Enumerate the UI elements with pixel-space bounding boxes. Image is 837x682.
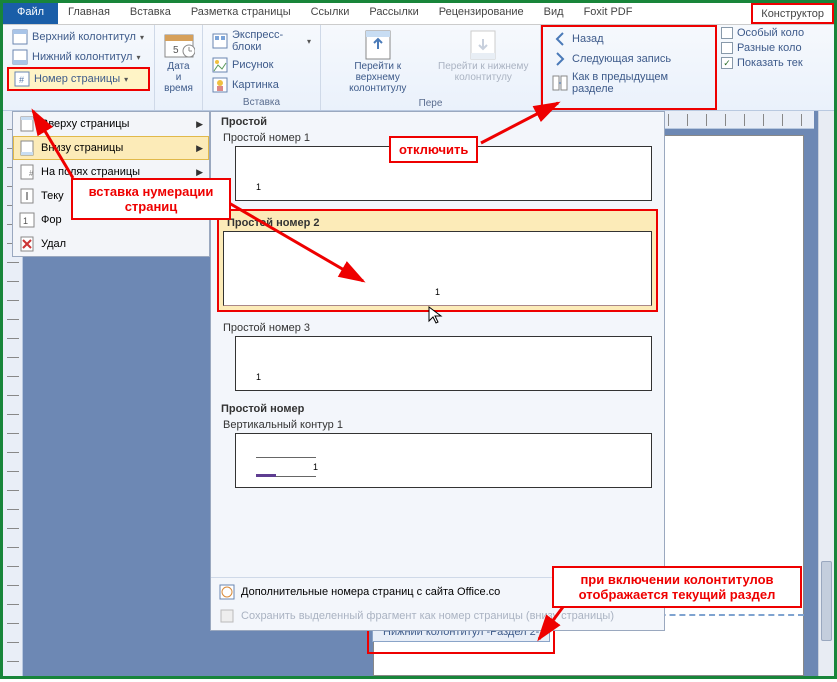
tab-constructor[interactable]: Конструктор (751, 3, 834, 24)
checkbox-icon (721, 27, 733, 39)
page-number-gallery: Простой Простой номер 1 1 Простой номер … (210, 111, 665, 631)
annotation-disable: отключить (389, 136, 478, 163)
svg-text:#: # (19, 75, 24, 85)
menu-delete-numbers[interactable]: Удал (13, 232, 209, 256)
picture-button[interactable]: Рисунок (207, 55, 316, 75)
tab-refs[interactable]: Ссылки (301, 3, 360, 24)
page-margins-icon: # (19, 164, 35, 180)
mouse-cursor-icon (428, 306, 444, 331)
tab-home[interactable]: Главная (58, 3, 120, 24)
calendar-icon: 5 (163, 29, 195, 61)
nav-back-button[interactable]: Назад (547, 29, 711, 49)
goto-bottom-icon (467, 29, 499, 61)
page-number-icon: # (14, 71, 30, 87)
page-number-button[interactable]: # Номер страницы▾ (7, 67, 150, 91)
svg-text:#: # (29, 169, 34, 178)
tab-file[interactable]: Файл (3, 3, 58, 24)
page-bottom-icon (19, 140, 35, 156)
footer-button[interactable]: Нижний колонтитул▾ (7, 47, 150, 67)
clipart-icon (212, 77, 228, 93)
tab-foxit[interactable]: Foxit PDF (574, 3, 643, 24)
gallery-item-vert1[interactable] (235, 433, 652, 488)
gallery-item-simple3[interactable]: 1 (235, 336, 652, 391)
clipart-button[interactable]: Картинка (207, 75, 316, 95)
blocks-icon (212, 33, 228, 49)
header-icon (12, 29, 28, 45)
special-first-checkbox[interactable]: Особый коло (721, 27, 804, 39)
menu-bottom-of-page[interactable]: Внизу страницы▶ (13, 136, 209, 160)
diff-pages-checkbox[interactable]: Разные коло (721, 42, 804, 54)
express-blocks-button[interactable]: Экспресс-блоки▾ (207, 27, 316, 55)
goto-header-button[interactable]: Перейти к верхнему колонтитулу (325, 27, 431, 96)
gallery-section-plain: Простой номер (213, 399, 662, 417)
nav-back-icon (552, 31, 568, 47)
datetime-button[interactable]: 5 Дата и время (159, 27, 198, 96)
annotation-section: при включении колонтитулов отображается … (552, 566, 802, 608)
tab-mail[interactable]: Рассылки (359, 3, 428, 24)
annotation-insert: вставка нумерации страниц (71, 178, 231, 220)
cursor-pos-icon (19, 188, 35, 204)
insert-group-label: Вставка (207, 95, 316, 108)
nav-group-label: Пере (321, 96, 540, 109)
save-icon (219, 608, 235, 624)
office-icon (219, 584, 235, 600)
tab-layout[interactable]: Разметка страницы (181, 3, 301, 24)
tab-view[interactable]: Вид (534, 3, 574, 24)
tab-review[interactable]: Рецензирование (429, 3, 534, 24)
gallery-section-simple: Простой (213, 112, 662, 130)
ribbon: Верхний колонтитул▾ Нижний колонтитул▾ #… (3, 25, 834, 111)
page-top-icon (19, 116, 35, 132)
gallery-item-simple2[interactable]: Простой номер 2 1 (217, 209, 658, 312)
menu-top-of-page[interactable]: Вверху страницы▶ (13, 112, 209, 136)
delete-icon (19, 236, 35, 252)
svg-text:5: 5 (173, 45, 179, 56)
nav-next-button[interactable]: Следующая запись (547, 49, 711, 69)
format-icon: 1 (19, 212, 35, 228)
goto-footer-button: Перейти к нижнему колонтитулу (431, 27, 537, 85)
picture-icon (212, 57, 228, 73)
header-button[interactable]: Верхний колонтитул▾ (7, 27, 150, 47)
link-icon (552, 75, 568, 91)
link-previous-button[interactable]: Как в предыдущем разделе (547, 69, 711, 97)
ribbon-tabs: Файл Главная Вставка Разметка страницы С… (3, 3, 834, 25)
gallery-item-label: Простой номер 2 (223, 215, 652, 231)
show-text-checkbox[interactable]: ✓Показать тек (721, 57, 804, 69)
nav-next-icon (552, 51, 568, 67)
scrollbar-thumb[interactable] (821, 561, 832, 641)
footer-icon (12, 49, 28, 65)
checkbox-icon (721, 42, 733, 54)
svg-text:1: 1 (23, 216, 28, 226)
goto-top-icon (362, 29, 394, 61)
gallery-item-label: Вертикальный контур 1 (213, 417, 662, 433)
tab-insert[interactable]: Вставка (120, 3, 181, 24)
checkbox-checked-icon: ✓ (721, 57, 733, 69)
scrollbar-vertical[interactable] (818, 111, 834, 676)
